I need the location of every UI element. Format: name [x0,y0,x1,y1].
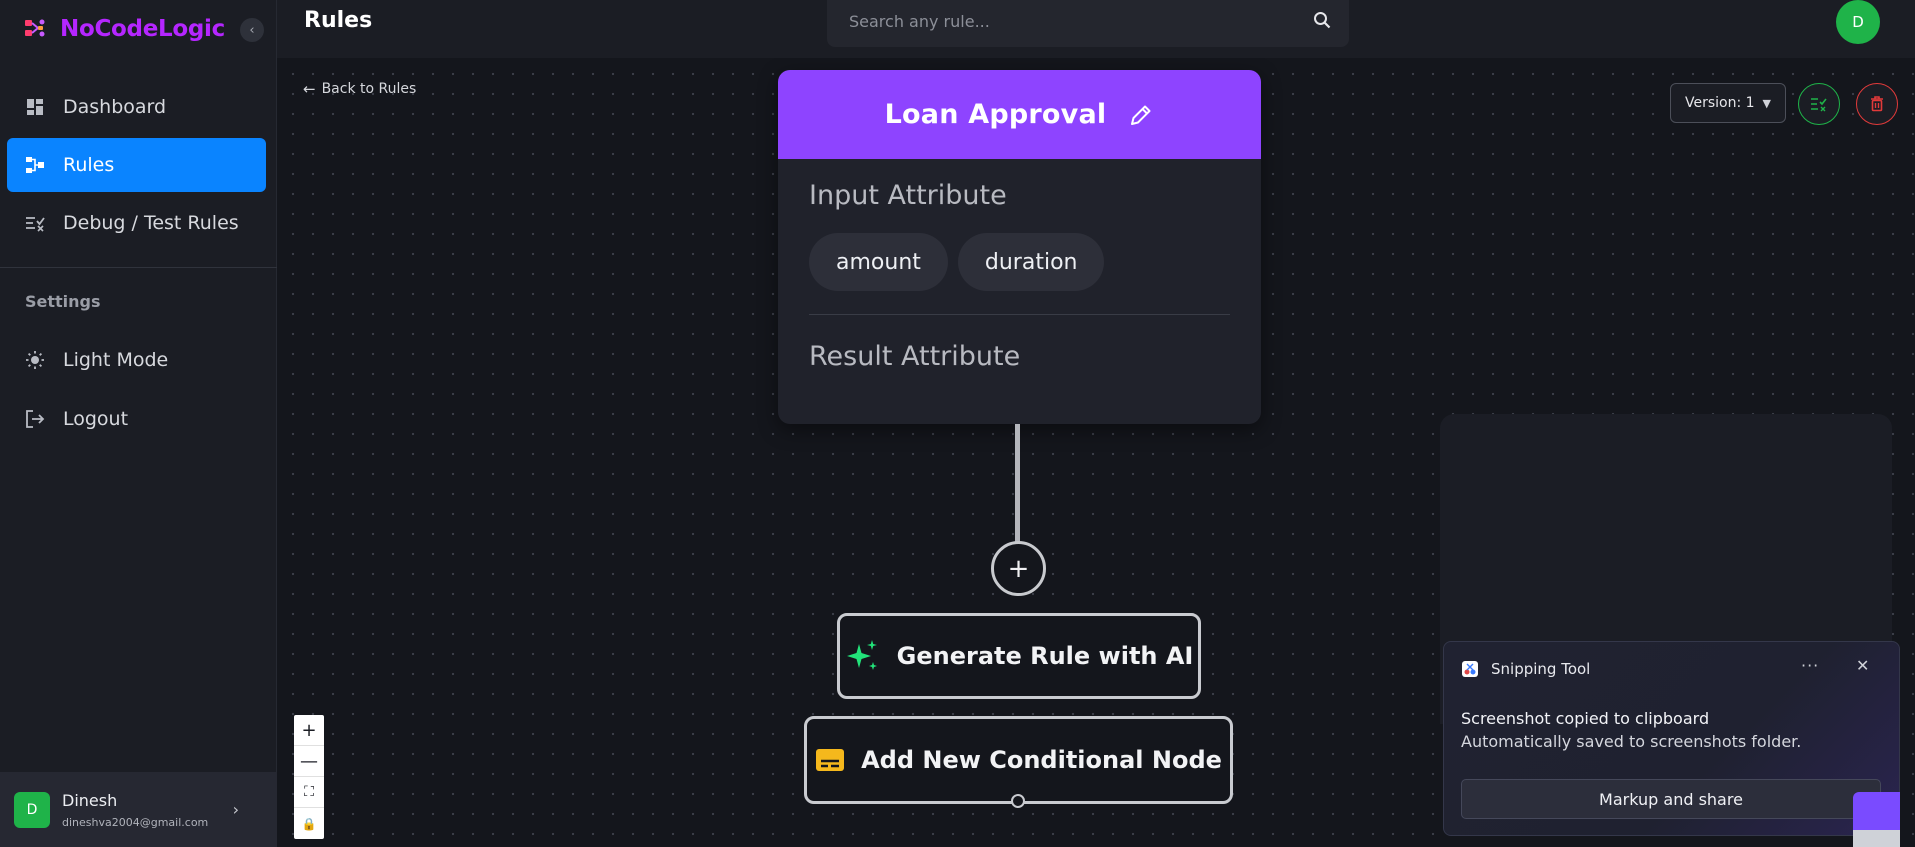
test-list-icon [1811,98,1827,112]
search-icon[interactable] [1313,11,1331,29]
card-divider [809,314,1230,315]
sidebar-item-light-mode[interactable]: Light Mode [7,333,266,387]
node-output-port[interactable] [1011,794,1025,808]
sidebar-item-label: Logout [63,408,129,430]
user-profile-card[interactable]: D Dinesh dineshva2004@gmail.com › [0,772,277,847]
page-title: Rules [304,8,373,33]
toast-title: Screenshot copied to clipboard [1461,709,1710,728]
sidebar-item-debug-test-rules[interactable]: Debug / Test Rules [7,196,266,250]
add-node-label: Add New Conditional Node [861,746,1222,774]
sidebar-item-label: Rules [63,154,115,176]
chevron-left-icon: ‹ [249,22,255,38]
dashboard-icon [25,97,45,117]
sidebar-nav: Dashboard Rules Debug / Test Rules [7,80,266,254]
rule-node-card[interactable]: Loan Approval Input Attribute amount dur… [778,70,1261,424]
close-icon[interactable]: ✕ [1856,656,1869,675]
sidebar-item-dashboard[interactable]: Dashboard [7,80,266,134]
add-node-button[interactable]: + [991,541,1046,596]
chevron-right-icon: › [232,800,239,819]
plus-icon: + [1007,553,1030,584]
settings-heading: Settings [25,292,101,311]
rules-icon [25,155,45,175]
toast-header: Snipping Tool [1461,660,1590,678]
zoom-out-button[interactable]: — [294,746,324,777]
edge-connector [1015,424,1020,544]
sun-icon [25,350,45,370]
attribute-chip-duration[interactable]: duration [957,233,1105,291]
logo-icon [25,19,45,37]
logout-icon [25,409,45,429]
add-conditional-node-button[interactable]: Add New Conditional Node [804,716,1233,804]
arrow-left-icon: ← [303,80,316,98]
sidebar-item-label: Debug / Test Rules [63,212,239,234]
snipping-tool-notification: Snipping Tool ··· ✕ Screenshot copied to… [1443,641,1900,836]
generate-ai-label: Generate Rule with AI [896,642,1194,670]
sidebar-divider [0,267,277,268]
trash-icon [1871,96,1883,112]
sidebar-item-rules[interactable]: Rules [7,138,266,192]
collapse-sidebar-button[interactable]: ‹ [240,18,264,42]
brand-name: NoCodeLogic [60,16,225,42]
test-rule-button[interactable] [1798,83,1840,125]
sidebar: NoCodeLogic ‹ Dashboard Rules Debug / Te… [0,0,277,847]
debug-icon [25,213,45,233]
attribute-chip-amount[interactable]: amount [809,233,948,291]
zoom-in-button[interactable]: + [294,715,324,746]
avatar: D [14,791,50,828]
settings-nav: Light Mode Logout [7,333,266,451]
back-link-label: Back to Rules [321,81,417,97]
more-options-icon[interactable]: ··· [1801,656,1819,675]
sparkles-icon [845,638,881,674]
input-attribute-heading: Input Attribute [809,180,1007,211]
taskbar-fragment [1853,830,1900,847]
delete-rule-button[interactable] [1856,83,1898,125]
toast-app-name: Snipping Tool [1491,660,1591,678]
rule-card-header: Loan Approval [778,70,1261,159]
zoom-controls: + — ⛶ 🔒 [294,715,324,839]
input-attribute-list: amount duration [809,233,1114,291]
generate-rule-ai-button[interactable]: Generate Rule with AI [837,613,1201,699]
lock-button[interactable]: 🔒 [294,808,324,839]
topbar: Rules D [277,0,1915,58]
rule-title: Loan Approval [884,99,1107,130]
pencil-icon[interactable] [1128,102,1154,128]
search-input[interactable] [849,10,1289,32]
sidebar-item-label: Dashboard [63,96,167,118]
snipping-tool-icon [1462,661,1478,677]
sidebar-item-logout[interactable]: Logout [7,392,266,446]
markup-and-share-button[interactable]: Markup and share [1461,779,1881,819]
avatar[interactable]: D [1836,0,1880,44]
fit-view-button[interactable]: ⛶ [294,777,324,808]
chat-widget-button[interactable] [1853,792,1900,830]
node-card-icon [815,748,845,772]
version-select[interactable]: Version: 1 ▼ [1670,83,1786,123]
search-bar [827,0,1349,47]
user-info: Dinesh dineshva2004@gmail.com [62,791,208,829]
sidebar-item-label: Light Mode [63,349,169,371]
result-attribute-heading: Result Attribute [809,341,1021,372]
caret-down-icon: ▼ [1762,96,1772,110]
toast-body: Automatically saved to screenshots folde… [1461,732,1802,751]
back-to-rules-link[interactable]: ← Back to Rules [303,80,416,98]
user-name: Dinesh [62,790,118,810]
version-label: Version: 1 [1684,95,1755,111]
brand[interactable]: NoCodeLogic [24,14,225,44]
user-email: dineshva2004@gmail.com [62,815,209,829]
